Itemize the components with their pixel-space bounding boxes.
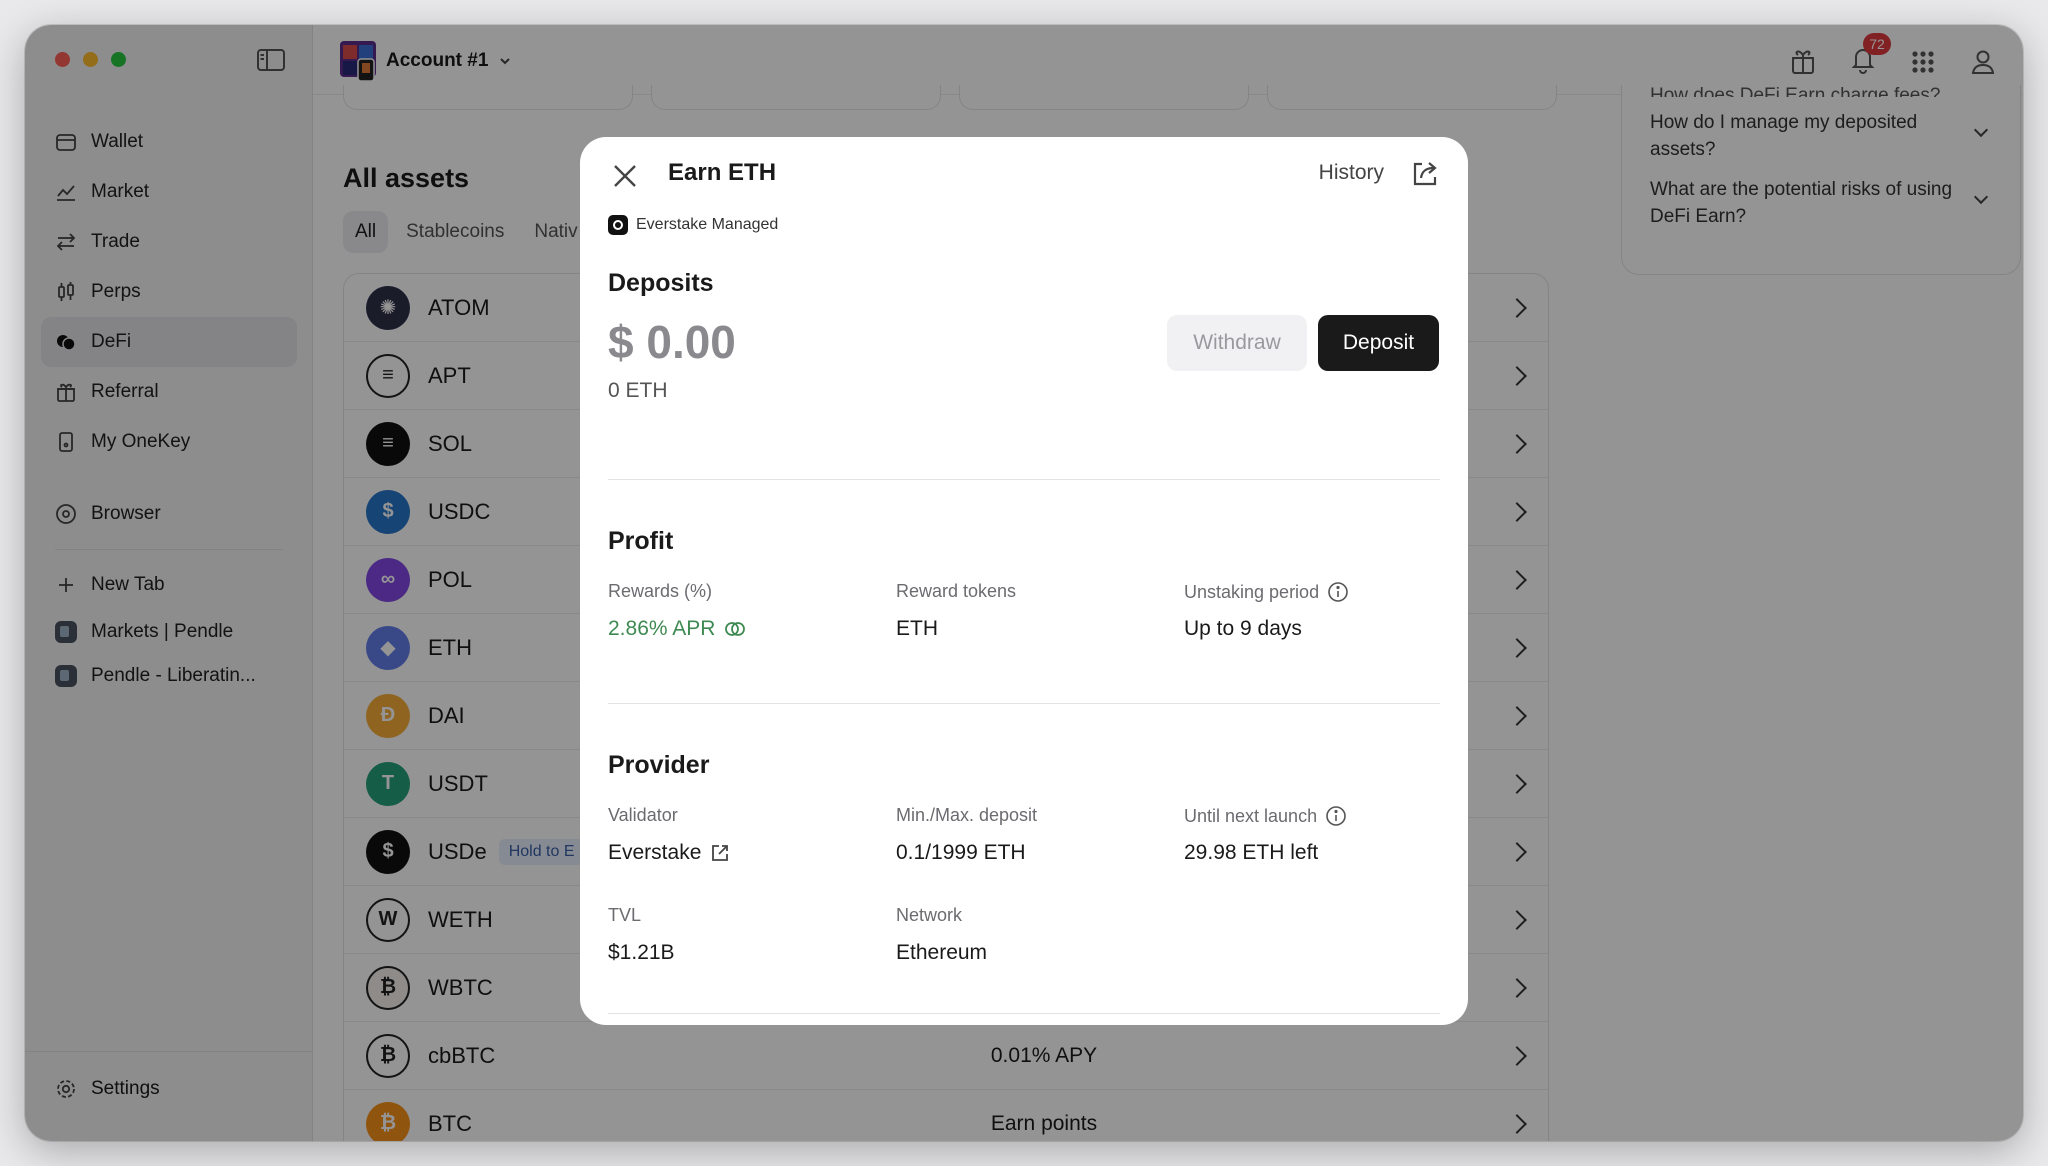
- next-launch-label: Until next launch: [1184, 805, 1347, 827]
- profit-title: Profit: [608, 527, 674, 555]
- unstaking-period-label: Unstaking period: [1184, 581, 1349, 603]
- info-icon[interactable]: [1325, 805, 1347, 827]
- external-link-icon[interactable]: [709, 842, 731, 864]
- info-icon[interactable]: [1327, 581, 1349, 603]
- divider: [608, 479, 1440, 480]
- network-label: Network: [896, 905, 963, 925]
- validator-label: Validator: [608, 805, 678, 825]
- earn-modal: Earn ETH History Everstake Managed Depos…: [580, 137, 1468, 1025]
- divider: [608, 703, 1440, 704]
- provider-tag: Everstake Managed: [608, 215, 778, 235]
- minmax-deposit-label: Min./Max. deposit: [896, 805, 1038, 825]
- coins-icon[interactable]: [723, 617, 747, 641]
- share-icon[interactable]: [1410, 159, 1440, 189]
- withdraw-button[interactable]: Withdraw: [1167, 315, 1307, 371]
- minmax-deposit-value: 0.1/1999 ETH: [896, 841, 1026, 864]
- deposit-amount: $ 0.00: [608, 316, 736, 368]
- app-window: Wallet Market Trade Perps DeFi Referral: [25, 25, 2023, 1141]
- rewards-value: 2.86% APR: [608, 617, 747, 641]
- tvl-label: TVL: [608, 905, 642, 925]
- divider: [608, 1013, 1440, 1014]
- unstaking-period-value: Up to 9 days: [1184, 617, 1302, 640]
- reward-tokens-label: Reward tokens: [896, 581, 1017, 601]
- tvl-value: $1.21B: [608, 941, 675, 964]
- deposit-button[interactable]: Deposit: [1318, 315, 1439, 371]
- deposits-title: Deposits: [608, 269, 714, 297]
- close-icon[interactable]: [610, 161, 640, 191]
- network-value: Ethereum: [896, 941, 988, 964]
- everstake-logo-icon: [608, 215, 628, 235]
- reward-tokens-value: ETH: [896, 617, 938, 640]
- rewards-label: Rewards (%): [608, 581, 713, 601]
- deposit-amount-eth: 0 ETH: [608, 379, 668, 402]
- validator-value[interactable]: Everstake: [608, 841, 731, 865]
- history-button[interactable]: History: [1319, 161, 1384, 185]
- modal-title: Earn ETH: [668, 159, 777, 186]
- next-launch-value: 29.98 ETH left: [1184, 841, 1319, 864]
- provider-tag-label: Everstake Managed: [636, 216, 779, 233]
- provider-title: Provider: [608, 751, 710, 779]
